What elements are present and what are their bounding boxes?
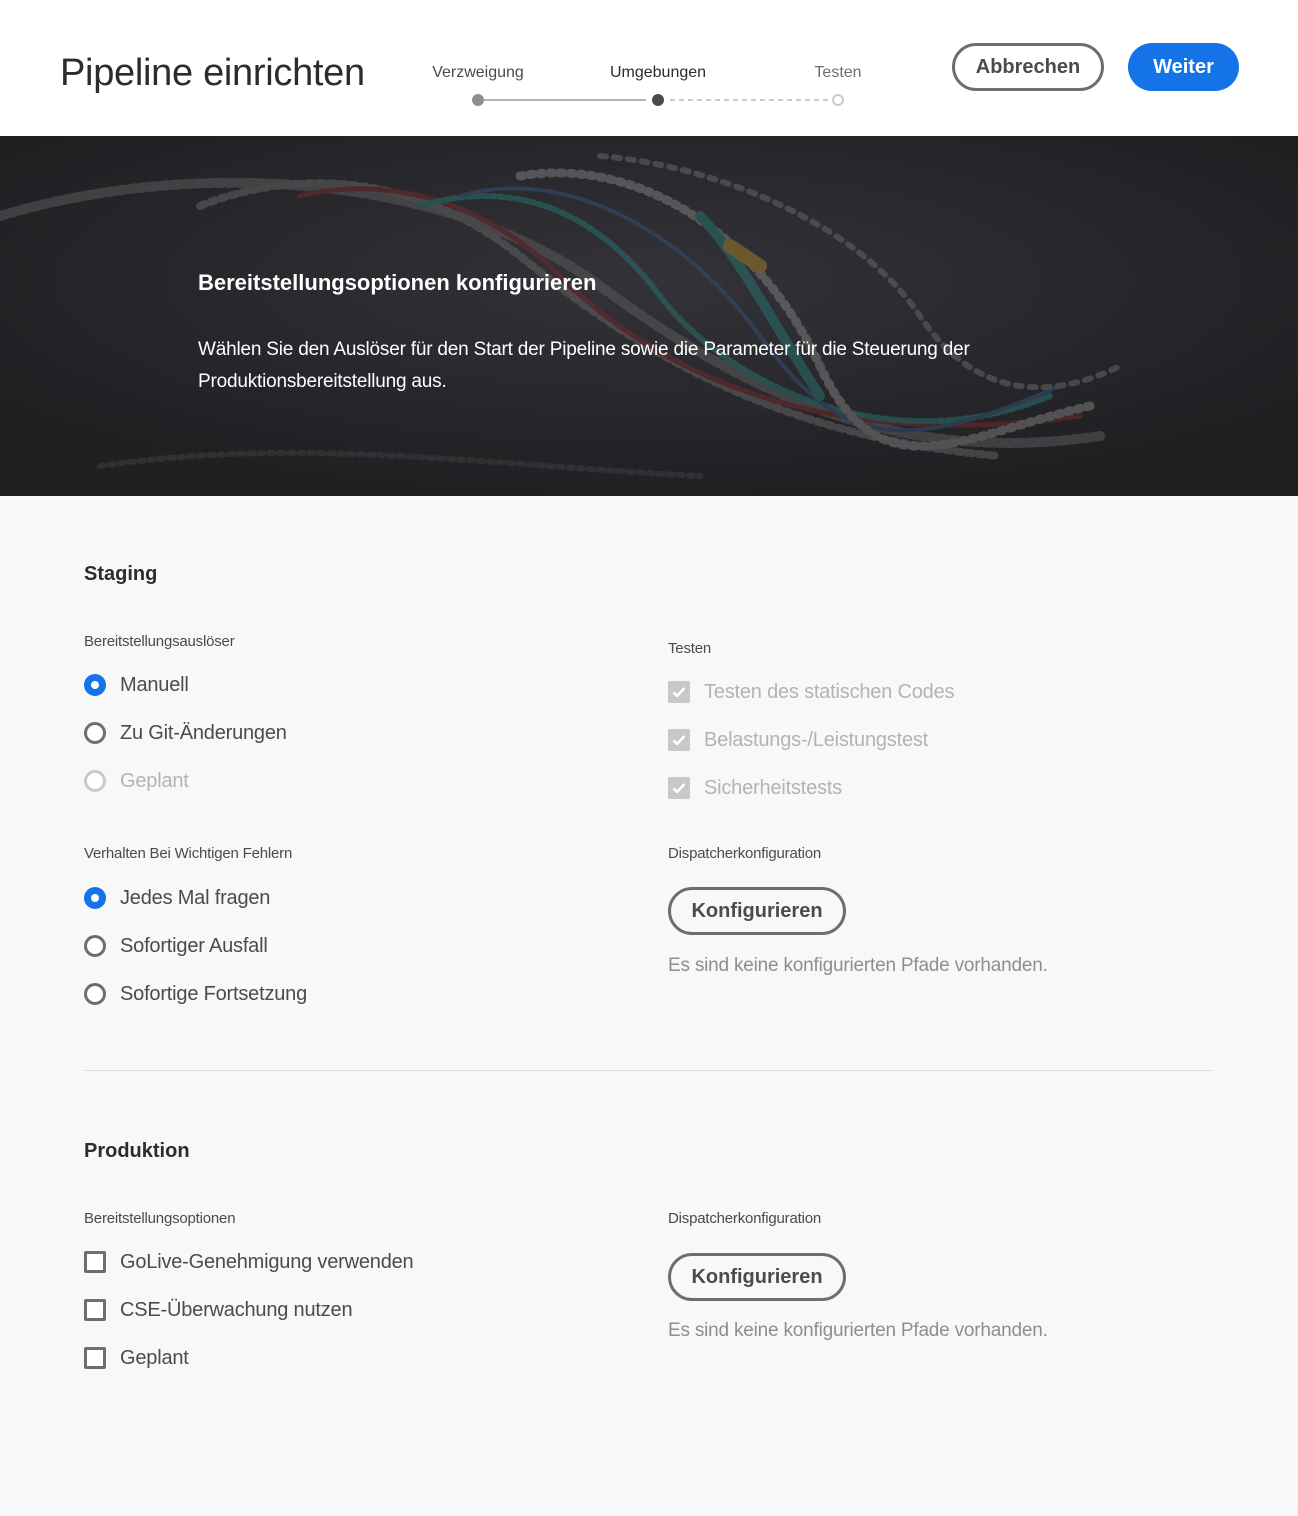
hero-description: Wählen Sie den Auslöser für den Start de… — [198, 339, 970, 392]
checkmark-icon — [668, 681, 690, 703]
step-dot-umgebungen — [652, 94, 664, 106]
production-options-label: Bereitstellungsoptionen — [84, 1210, 236, 1227]
checkbox-label: Belastungs-/Leistungstest — [704, 728, 929, 751]
production-dispatcher-label: Dispatcherkonfiguration — [668, 1210, 821, 1227]
hero-banner: Bereitstellungsoptionen konfigurieren Wä… — [0, 136, 1298, 496]
radio-label: Geplant — [120, 769, 189, 792]
production-configure-button[interactable]: Konfigurieren — [668, 1253, 846, 1301]
checkmark-icon — [668, 729, 690, 751]
checkbox-unchecked-icon[interactable] — [84, 1299, 106, 1321]
section-divider — [84, 1070, 1214, 1071]
radio-unchecked-icon[interactable] — [84, 983, 106, 1005]
next-button[interactable]: Weiter — [1128, 43, 1239, 91]
failure-behavior-label: Verhalten Bei Wichtigen Fehlern — [84, 845, 293, 862]
checkbox-unchecked-icon[interactable] — [84, 1251, 106, 1273]
cancel-button[interactable]: Abbrechen — [952, 43, 1104, 91]
radio-manuell[interactable]: Manuell — [84, 671, 189, 699]
staging-configure-button[interactable]: Konfigurieren — [668, 887, 846, 935]
trigger-label: Bereitstellungsauslöser — [84, 633, 235, 650]
radio-label: Sofortige Fortsetzung — [120, 982, 308, 1005]
step-label-umgebungen: Umgebungen — [609, 64, 707, 81]
radio-disabled-icon — [84, 770, 106, 792]
checkbox-label: CSE-Überwachung nutzen — [120, 1298, 353, 1321]
step-connector-done — [484, 99, 646, 101]
checkbox-golive-approval[interactable]: GoLive-Genehmigung verwenden — [84, 1248, 414, 1276]
radio-git-aenderungen[interactable]: Zu Git-Änderungen — [84, 719, 287, 747]
checkbox-scheduled[interactable]: Geplant — [84, 1344, 189, 1372]
header: Pipeline einrichten Verzweigung Umgebung… — [0, 0, 1298, 136]
hero-title: Bereitstellungsoptionen konfigurieren — [198, 270, 597, 295]
checkbox-cse-monitoring[interactable]: CSE-Überwachung nutzen — [84, 1296, 353, 1324]
staging-dispatcher-label: Dispatcherkonfiguration — [668, 845, 821, 862]
radio-sofortiger-ausfall[interactable]: Sofortiger Ausfall — [84, 932, 268, 960]
radio-label: Manuell — [120, 673, 189, 696]
testing-label: Testen — [668, 640, 711, 657]
radio-checked-icon[interactable] — [84, 887, 106, 909]
production-dispatcher-hint: Es sind keine konfigurierten Pfade vorha… — [668, 1320, 1048, 1341]
step-connector-future — [670, 99, 828, 101]
checkmark-icon — [668, 777, 690, 799]
radio-unchecked-icon[interactable] — [84, 935, 106, 957]
checkbox-load-performance-test: Belastungs-/Leistungstest — [668, 726, 928, 754]
radio-checked-icon[interactable] — [84, 674, 106, 696]
radio-label: Jedes Mal fragen — [120, 886, 271, 909]
checkbox-label: Sicherheitstests — [704, 776, 842, 799]
radio-sofortige-fortsetzung[interactable]: Sofortige Fortsetzung — [84, 980, 307, 1008]
staging-dispatcher-hint: Es sind keine konfigurierten Pfade vorha… — [668, 955, 1048, 976]
step-dot-verzweigung — [472, 94, 484, 106]
checkbox-label: Geplant — [120, 1346, 189, 1369]
production-section-title: Produktion — [84, 1140, 190, 1162]
radio-jedes-mal-fragen[interactable]: Jedes Mal fragen — [84, 884, 270, 912]
checkbox-label: Testen des statischen Codes — [704, 680, 955, 703]
staging-section-title: Staging — [84, 563, 158, 585]
step-label-verzweigung: Verzweigung — [432, 64, 524, 81]
checkbox-security-test: Sicherheitstests — [668, 774, 842, 802]
radio-geplant: Geplant — [84, 767, 189, 795]
step-label-testen: Testen — [814, 64, 862, 81]
stepper: Verzweigung Umgebungen Testen — [420, 60, 880, 110]
radio-label: Zu Git-Änderungen — [120, 721, 287, 744]
checkbox-static-code-test: Testen des statischen Codes — [668, 678, 955, 706]
step-dot-testen — [832, 94, 844, 106]
radio-unchecked-icon[interactable] — [84, 722, 106, 744]
checkbox-label: GoLive-Genehmigung verwenden — [120, 1250, 414, 1273]
hero-background-image — [0, 136, 1298, 496]
checkbox-unchecked-icon[interactable] — [84, 1347, 106, 1369]
page-title: Pipeline einrichten — [60, 52, 365, 94]
radio-label: Sofortiger Ausfall — [120, 934, 268, 957]
